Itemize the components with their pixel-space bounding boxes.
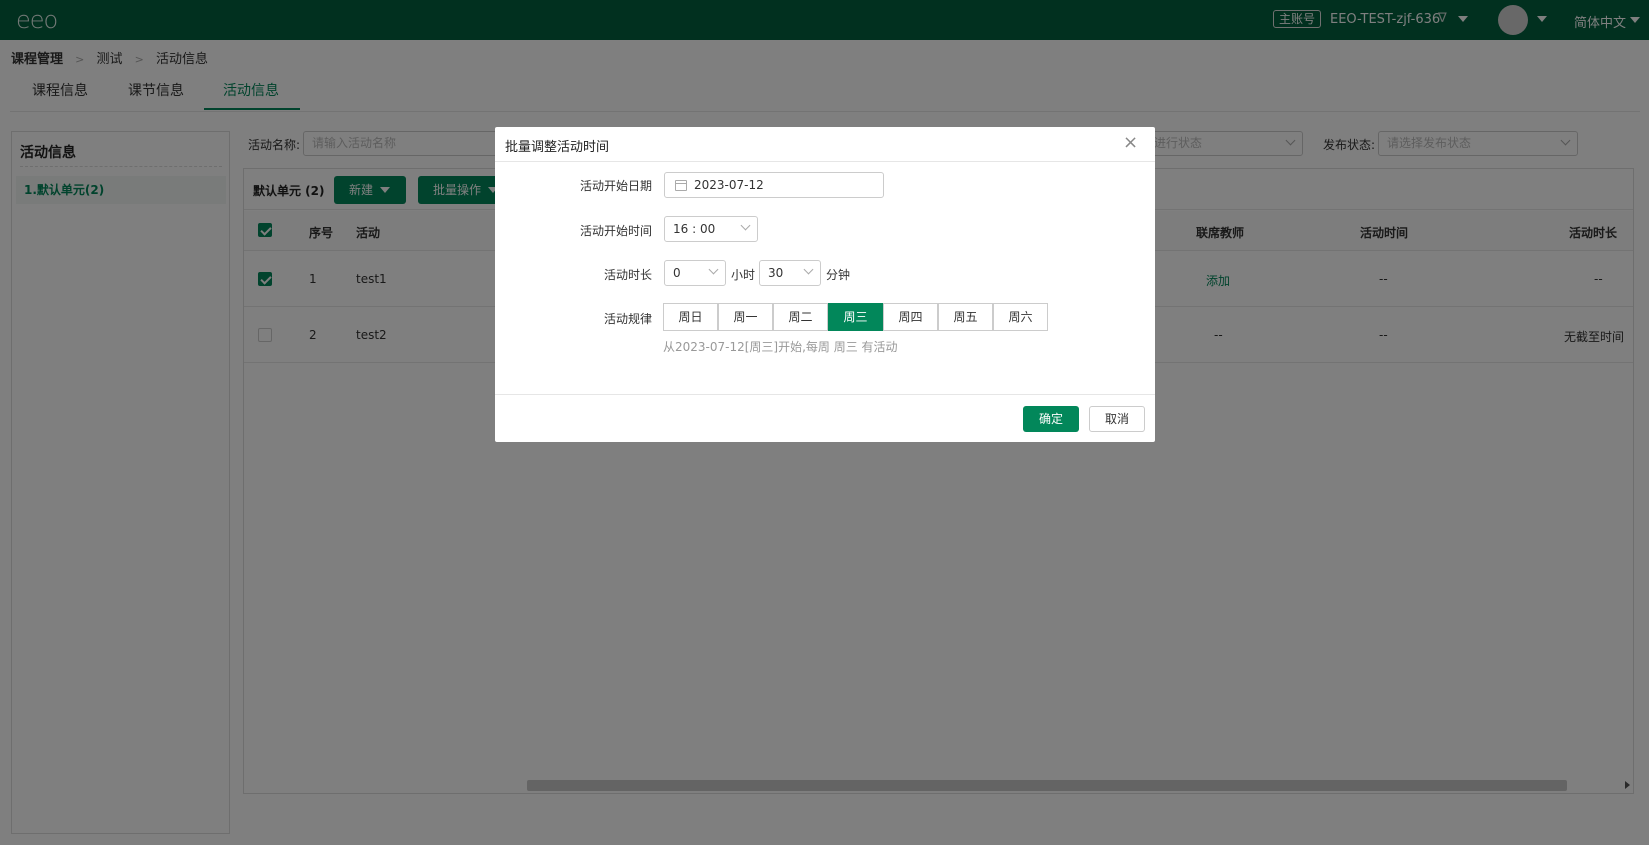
weekday-monday[interactable]: 周一 — [718, 303, 773, 331]
calendar-icon — [675, 180, 687, 191]
start-date-picker[interactable]: 2023-07-12 — [664, 172, 884, 198]
start-date-value: 2023-07-12 — [694, 178, 764, 192]
minutes-unit: 分钟 — [826, 268, 851, 282]
weekday-wednesday[interactable]: 周三 — [828, 303, 883, 331]
hours-unit: 小时 — [731, 268, 756, 282]
weekday-friday[interactable]: 周五 — [938, 303, 993, 331]
weekday-sunday[interactable]: 周日 — [663, 303, 718, 331]
duration-hours-select[interactable]: 0 — [664, 260, 726, 286]
batch-adjust-time-dialog: 批量调整活动时间 × 活动开始日期 2023-07-12 活动开始时间 16 :… — [495, 127, 1155, 442]
weekday-saturday[interactable]: 周六 — [993, 303, 1048, 331]
chevron-down-icon — [708, 264, 719, 275]
dialog-header-divider — [495, 161, 1155, 162]
close-icon[interactable]: × — [1123, 134, 1138, 152]
dialog-footer-divider — [495, 394, 1155, 395]
duration-label: 活动时长 — [603, 268, 652, 282]
duration-hours-value: 0 — [673, 266, 681, 280]
start-date-label: 活动开始日期 — [579, 179, 652, 193]
dialog-title: 批量调整活动时间 — [505, 140, 610, 155]
start-time-value: 16 : 00 — [673, 222, 716, 236]
chevron-down-icon — [740, 220, 751, 231]
rule-label: 活动规律 — [603, 312, 652, 326]
duration-minutes-value: 30 — [768, 266, 784, 280]
duration-minutes-select[interactable]: 30 — [759, 260, 821, 286]
cancel-button[interactable]: 取消 — [1089, 406, 1145, 432]
weekday-tuesday[interactable]: 周二 — [773, 303, 828, 331]
start-time-select[interactable]: 16 : 00 — [664, 216, 758, 242]
start-time-label: 活动开始时间 — [579, 224, 652, 238]
chevron-down-icon — [803, 264, 814, 275]
confirm-button[interactable]: 确定 — [1023, 406, 1079, 432]
weekday-thursday[interactable]: 周四 — [883, 303, 938, 331]
schedule-hint: 从2023-07-12[周三]开始,每周 周三 有活动 — [663, 340, 898, 354]
